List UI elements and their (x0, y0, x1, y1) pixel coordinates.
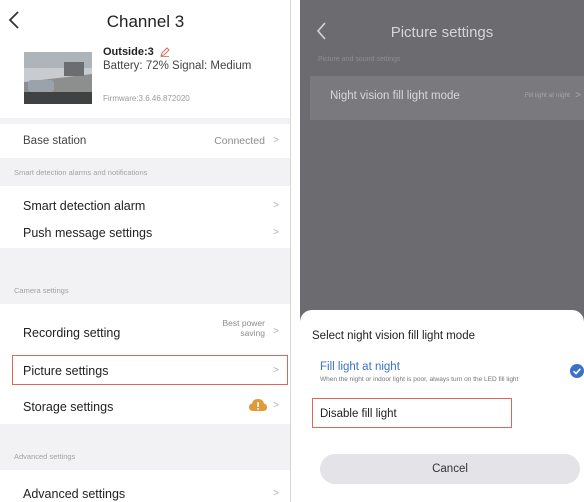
option-fill-light-at-night-description: When the night or indoor light is poor, … (320, 376, 519, 383)
chevron-right-icon: > (575, 90, 581, 101)
night-vision-mode-value: Fill light at night (524, 92, 570, 99)
storage-settings-label: Storage settings (23, 400, 114, 414)
chevron-right-icon: > (273, 135, 279, 146)
fill-light-mode-sheet: Select night vision fill light mode Fill… (300, 310, 584, 502)
recording-setting-label: Recording setting (23, 326, 121, 340)
cloud-warning-icon (249, 399, 267, 411)
storage-settings-row[interactable]: Storage settings > (0, 386, 290, 424)
page-title: Channel 3 (106, 12, 185, 31)
recording-setting-row[interactable]: Recording setting Best power saving > (0, 304, 290, 354)
night-vision-mode-label: Night vision fill light mode (330, 90, 460, 102)
chevron-right-icon: > (273, 200, 279, 211)
base-station-label: Base station (23, 135, 87, 147)
smart-detection-alarm-row[interactable]: Smart detection alarm > (0, 186, 290, 217)
channel-settings-panel: Channel 3 Outside:3 Battery: 72% Signal:… (0, 0, 291, 502)
picture-settings-panel: Picture settings Picture and sound setti… (300, 0, 584, 502)
page-title: Picture settings (390, 24, 494, 41)
device-card[interactable]: Outside:3 Battery: 72% Signal: Medium Fi… (0, 42, 290, 118)
smart-detection-alarm-label: Smart detection alarm (23, 199, 146, 213)
section-header-picture-sound: Picture and sound settings (318, 56, 401, 63)
chevron-right-icon: > (273, 400, 279, 411)
picture-settings-highlight (12, 355, 288, 385)
channel-header: Channel 3 (0, 0, 290, 42)
chevron-right-icon: > (273, 488, 279, 499)
firmware-version: Firmware:3.6.46.872020 (103, 94, 190, 103)
section-header-advanced: Advanced settings (14, 452, 76, 461)
base-station-row[interactable]: Base station Connected > (0, 124, 290, 158)
sheet-title: Select night vision fill light mode (312, 330, 475, 342)
edit-icon[interactable] (160, 47, 170, 57)
push-message-settings-row[interactable]: Push message settings > (0, 217, 290, 248)
advanced-settings-label: Advanced settings (23, 487, 126, 501)
checkmark-icon (570, 364, 584, 378)
section-header-smart: Smart detection alarms and notifications (14, 168, 148, 177)
camera-thumbnail (24, 52, 92, 104)
option-fill-light-at-night-label: Fill light at night (320, 361, 400, 373)
option-disable-fill-light[interactable]: Disable fill light (320, 408, 397, 420)
battery-signal-status: Battery: 72% Signal: Medium (103, 60, 252, 72)
cancel-button[interactable]: Cancel (320, 454, 580, 484)
chevron-right-icon: > (273, 227, 279, 238)
smart-group: Smart detection alarm > Push message set… (0, 186, 290, 248)
chevron-right-icon: > (273, 326, 279, 337)
push-message-settings-label: Push message settings (23, 226, 153, 240)
device-name: Outside:3 (103, 46, 170, 58)
night-vision-mode-row[interactable]: Night vision fill light mode Fill light … (310, 76, 584, 120)
base-station-status: Connected (214, 135, 265, 147)
section-header-camera: Camera settings (14, 286, 69, 295)
recording-setting-value: Best power saving (222, 318, 265, 338)
advanced-settings-row[interactable]: Advanced settings > (0, 470, 290, 502)
